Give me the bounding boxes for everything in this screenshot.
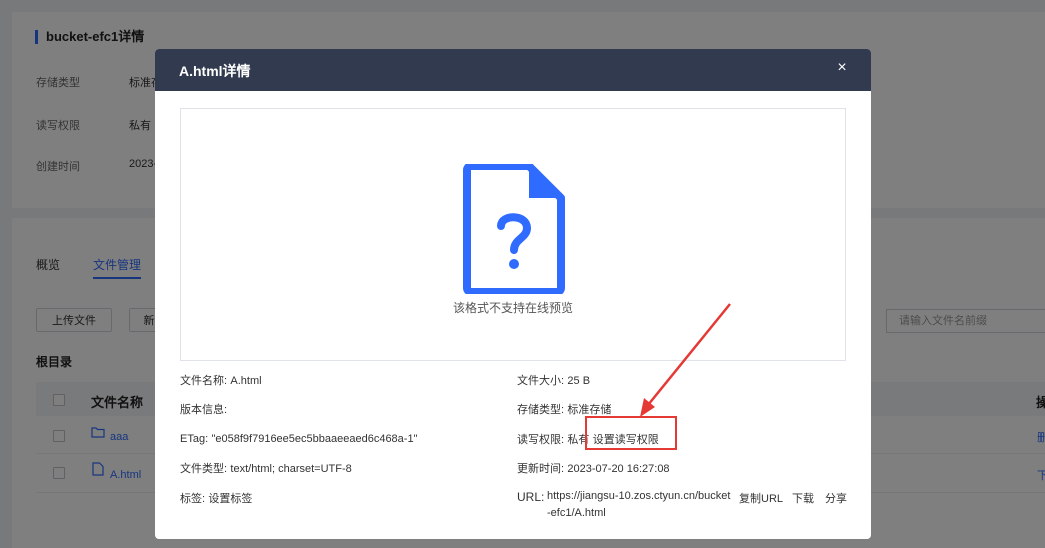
- annotation-arrow: [640, 303, 731, 417]
